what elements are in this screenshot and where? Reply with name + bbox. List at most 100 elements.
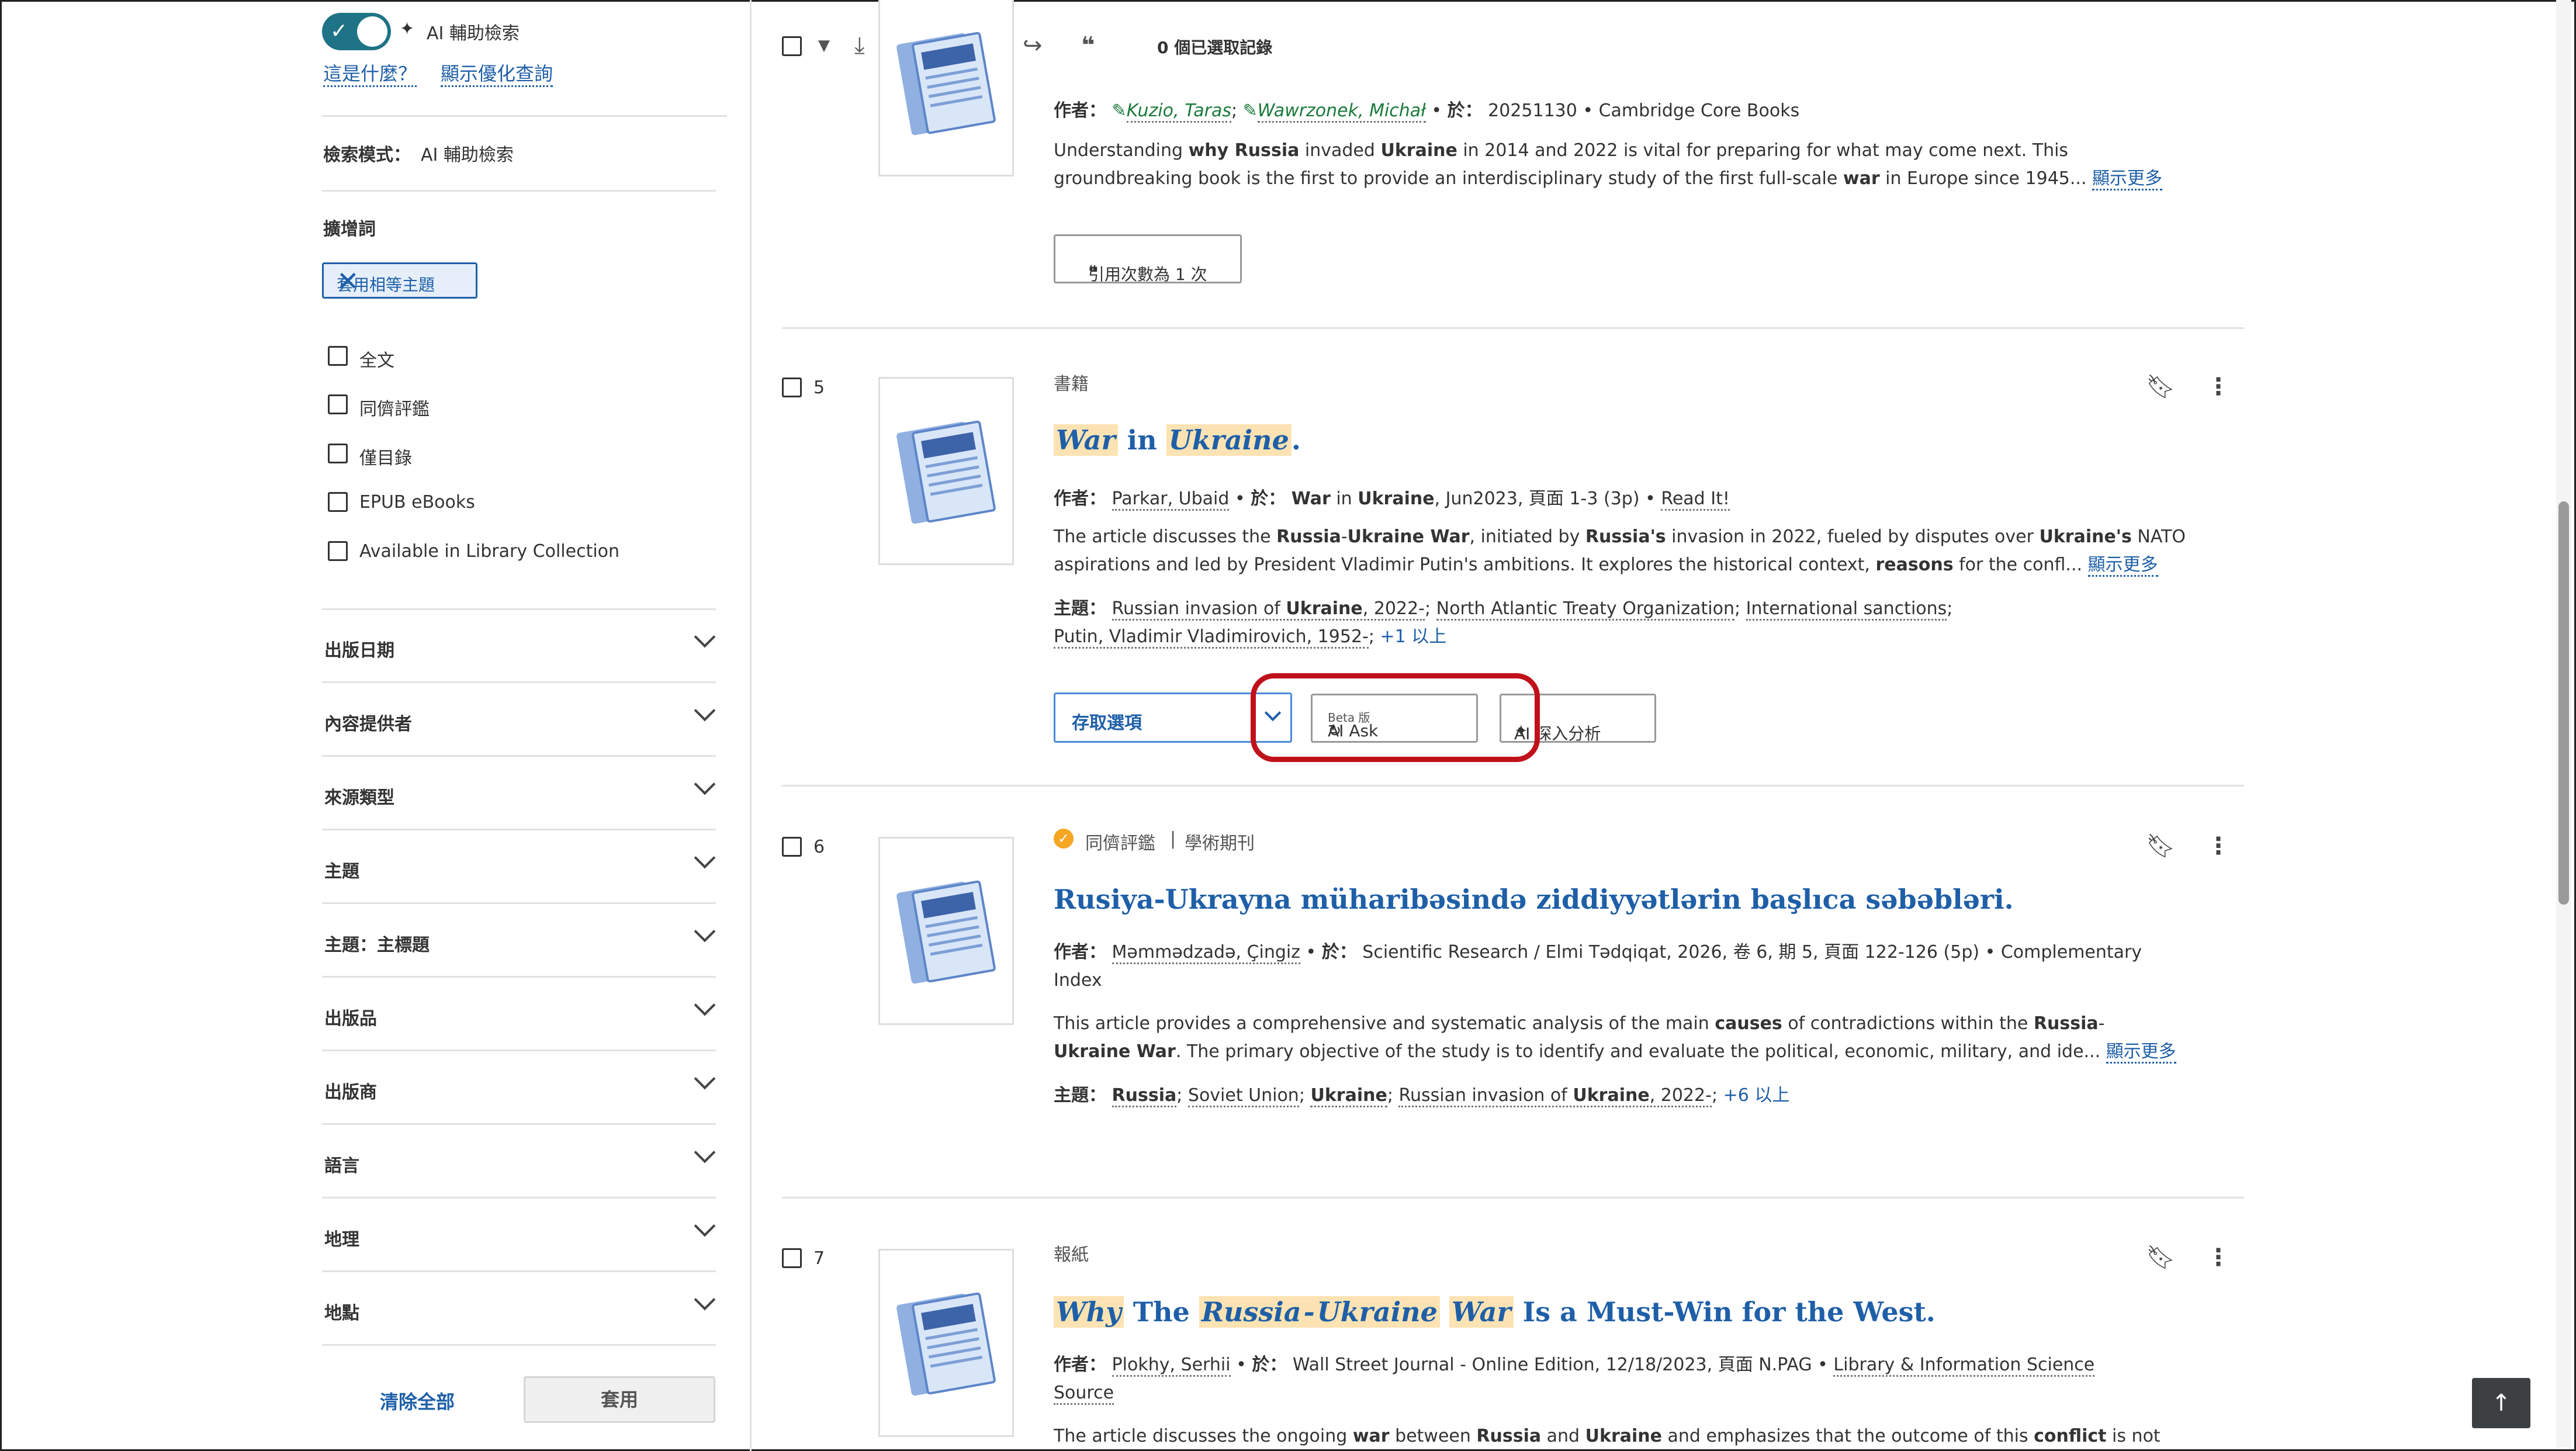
subject-link[interactable]: Ukraine xyxy=(1310,1085,1387,1107)
toggle-knob xyxy=(357,16,387,47)
result-thumbnail[interactable] xyxy=(878,377,1014,565)
result-meta: 作者： Parkar, Ubaid • 於： War in Ukraine, J… xyxy=(1054,484,1730,511)
database-link[interactable]: Source xyxy=(1054,1383,1114,1405)
source-text: Scientific Research / Elmi Tədqiqat, 202… xyxy=(1362,942,2142,962)
back-to-top-button[interactable]: ↑ xyxy=(2472,1378,2530,1428)
result-checkbox[interactable] xyxy=(782,378,802,397)
full-text-checkbox[interactable] xyxy=(328,346,348,366)
apply-button[interactable]: 套用 xyxy=(524,1376,715,1423)
subject-text: Ukraine xyxy=(1286,598,1363,619)
library-collection-checkbox[interactable] xyxy=(328,541,348,561)
meta-line: Index xyxy=(1054,970,1102,991)
show-more-link[interactable]: 顯示更多 xyxy=(2087,555,2158,577)
result-title[interactable]: War in Ukraine. xyxy=(1054,424,1301,456)
more-subjects-link[interactable]: +1 以上 xyxy=(1380,626,1447,647)
author-link[interactable]: Məmmədzadə, Çingiz xyxy=(1112,942,1300,964)
chevron-down-icon xyxy=(694,1215,716,1237)
database-link[interactable]: Library & Information Science xyxy=(1833,1355,2095,1377)
author-link[interactable]: Parkar, Ubaid xyxy=(1112,489,1230,511)
subject-link[interactable]: Russian invasion of Ukraine, 2022- xyxy=(1398,1085,1712,1107)
subject-link[interactable]: Putin, Vladimir Vladimirovich, 1952- xyxy=(1054,626,1369,649)
facet-source-type[interactable]: 來源類型 xyxy=(322,757,716,830)
subject-link[interactable]: International sanctions xyxy=(1746,598,1947,621)
scrollbar-thumb[interactable] xyxy=(2558,501,2569,905)
result-title[interactable]: Rusiya-Ukrayna müharibəsində ziddiyyətlə… xyxy=(1054,884,2014,915)
divider xyxy=(322,190,716,192)
facet-publication-date[interactable]: 出版日期 xyxy=(322,610,716,683)
facet-label: 地點 xyxy=(324,1303,359,1324)
close-icon[interactable]: ✕ xyxy=(337,266,468,296)
peer-reviewed-checkbox[interactable] xyxy=(328,394,348,414)
cite-icon[interactable]: ❝ xyxy=(1081,33,1095,58)
facet-publication[interactable]: 出版品 xyxy=(322,978,716,1051)
bookmark-icon[interactable]: 🔖︎ xyxy=(2146,1245,2176,1270)
subject-link[interactable]: Soviet Union xyxy=(1187,1085,1299,1107)
abstract-text: The article discusses the xyxy=(1054,527,1277,547)
peer-reviewed-label: 同儕評鑑 xyxy=(1085,833,1155,854)
facet-publisher[interactable]: 出版商 xyxy=(322,1051,716,1125)
result-separator xyxy=(782,1197,2244,1199)
read-it-link[interactable]: Read It! xyxy=(1661,489,1730,511)
source-text: , Jun2023, 頁面 1-3 (3p) • xyxy=(1434,489,1656,509)
abstract-text: invasion in 2022, fueled by disputes ove… xyxy=(1666,527,2040,547)
title-text: in xyxy=(1117,424,1166,456)
facet-subject-major-heading[interactable]: 主題：主標題 xyxy=(322,904,716,978)
subject-link[interactable]: Russia xyxy=(1112,1085,1177,1107)
apply-equivalent-subjects-chip[interactable]: 套用相等主題 ✕ xyxy=(322,262,477,299)
select-all-checkbox[interactable] xyxy=(782,36,802,56)
abstract-text: in Europe since 1945... xyxy=(1879,168,2087,189)
more-subjects-link[interactable]: +6 以上 xyxy=(1723,1085,1790,1106)
facet-content-provider[interactable]: 內容提供者 xyxy=(322,683,716,757)
more-options-icon[interactable]: ⋮ xyxy=(2207,833,2230,859)
abstract-text: why Russia xyxy=(1188,140,1300,161)
download-icon[interactable]: ⤓ xyxy=(854,33,865,58)
abstract-text: invaded xyxy=(1299,140,1381,161)
result-separator xyxy=(782,327,2244,329)
show-more-link[interactable]: 顯示更多 xyxy=(2092,168,2163,191)
author-link[interactable]: Wawrzonek, Michał xyxy=(1257,101,1426,123)
catalog-only-checkbox[interactable] xyxy=(328,444,348,463)
result-thumbnail[interactable] xyxy=(878,837,1014,1025)
result-thumbnail[interactable] xyxy=(878,1249,1014,1437)
chevron-down-icon xyxy=(694,1068,716,1090)
subject-link[interactable]: Russian invasion of Ukraine, 2022- xyxy=(1112,598,1425,621)
show-optimized-query-link[interactable]: 顯示優化查詢 xyxy=(441,62,553,87)
clear-all-button[interactable]: 清除全部 xyxy=(380,1387,455,1414)
facet-label: 來源類型 xyxy=(324,788,394,808)
caret-down-icon[interactable]: ▼ xyxy=(818,33,830,58)
facet-geography[interactable]: 地理 xyxy=(322,1199,716,1272)
ai-search-toggle[interactable]: ✓ xyxy=(322,13,391,50)
title-highlight: Ukraine xyxy=(1314,1296,1440,1328)
facet-subject[interactable]: 主題 xyxy=(322,830,716,904)
facet-label: 地理 xyxy=(324,1230,359,1250)
facet-language[interactable]: 語言 xyxy=(322,1125,716,1199)
bookmark-icon[interactable]: 🔖︎ xyxy=(2146,833,2176,859)
abstract-text: and xyxy=(1541,1426,1585,1446)
subject-link[interactable]: North Atlantic Treaty Organization xyxy=(1436,598,1734,621)
abstract-line: The article discusses the Russia-Ukraine… xyxy=(1054,523,2186,551)
author-link[interactable]: Kuzio, Taras xyxy=(1126,101,1231,123)
show-more-link[interactable]: 顯示更多 xyxy=(2106,1041,2176,1064)
abstract-text: for the confl... xyxy=(1953,555,2083,575)
abstract-text: Russia xyxy=(1476,1426,1542,1446)
result-title[interactable]: Why The Russia-Ukraine War Is a Must-Win… xyxy=(1054,1296,1936,1328)
result-thumbnail[interactable] xyxy=(878,0,1014,176)
result-checkbox[interactable] xyxy=(782,837,802,857)
author-link[interactable]: Plokhy, Serhii xyxy=(1112,1355,1231,1377)
abstract-text: . The primary objective of the study is … xyxy=(1175,1041,2101,1062)
more-options-icon[interactable]: ⋮ xyxy=(2207,1245,2230,1270)
abstract-text: NATO xyxy=(2131,527,2186,547)
source-text: War xyxy=(1291,489,1331,509)
title-highlight: War xyxy=(1449,1296,1514,1328)
what-is-this-link[interactable]: 這是什麼？ xyxy=(323,62,417,87)
share-icon[interactable]: ↪ xyxy=(1023,33,1043,58)
facet-label: 出版品 xyxy=(324,1009,377,1029)
abstract-text: conflict xyxy=(2034,1426,2107,1446)
citation-count-button[interactable]: ❝ 引用次數為 1 次 xyxy=(1054,234,1242,284)
document-bar xyxy=(921,1304,976,1331)
result-checkbox[interactable] xyxy=(782,1248,802,1268)
more-options-icon[interactable]: ⋮ xyxy=(2207,374,2230,400)
facet-location[interactable]: 地點 xyxy=(322,1272,716,1346)
bookmark-icon[interactable]: 🔖︎ xyxy=(2146,374,2176,400)
epub-ebooks-checkbox[interactable] xyxy=(328,492,348,512)
